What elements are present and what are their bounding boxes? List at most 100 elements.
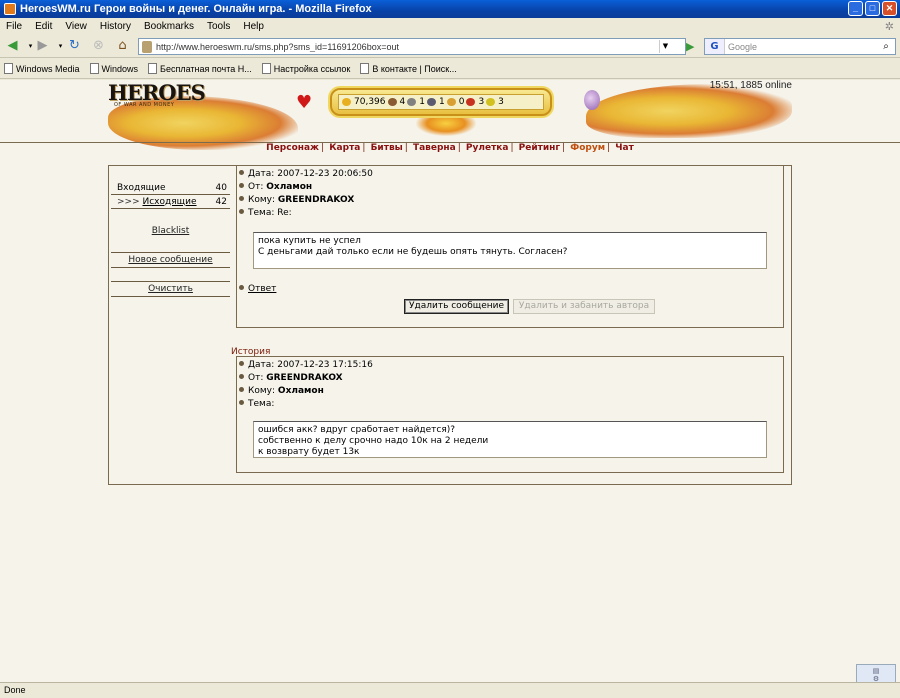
bullet-icon xyxy=(239,374,244,379)
message-sender[interactable]: Охламон xyxy=(266,182,312,192)
url-bar[interactable]: http://www.heroeswm.ru/sms.php?sms_id=11… xyxy=(138,38,686,55)
message-date-row: Дата: 2007-12-23 20:06:50 xyxy=(239,169,373,179)
delete-and-ban-button[interactable]: Удалить и забанить автора xyxy=(513,299,655,314)
inbox-label: Входящие xyxy=(117,182,166,193)
bullet-icon xyxy=(239,400,244,405)
bookmark-item[interactable]: Настройка ссылок xyxy=(261,63,350,74)
bullet-icon xyxy=(239,361,244,366)
bullet-icon xyxy=(239,387,244,392)
stop-icon[interactable]: ⊗ xyxy=(90,38,107,54)
page-icon xyxy=(261,63,271,74)
menu-bookmarks[interactable]: Bookmarks xyxy=(144,21,194,32)
new-message-link[interactable]: Новое сообщение xyxy=(111,253,230,268)
clear-link[interactable]: Очистить xyxy=(111,282,230,297)
nav-link-character[interactable]: Персонаж xyxy=(266,143,319,153)
delete-message-button[interactable]: Удалить сообщение xyxy=(404,299,509,314)
message-subject: Re: xyxy=(277,208,292,218)
mail-sidebar: Входящие 40 >>> Исходящие 42 Blacklist Н… xyxy=(111,168,230,297)
message-view: Дата: 2007-12-23 20:06:50 От: Охламон Ко… xyxy=(236,166,784,328)
wood-icon xyxy=(387,98,397,106)
back-arrow-icon[interactable]: ◀ xyxy=(4,38,21,54)
history-recipient[interactable]: Охламон xyxy=(278,386,324,396)
reload-icon[interactable]: ↻ xyxy=(66,38,83,54)
wood-value: 4 xyxy=(399,97,406,107)
message-date: 2007-12-23 20:06:50 xyxy=(277,169,373,179)
bookmark-item[interactable]: Windows Media xyxy=(4,63,80,74)
search-placeholder: Google xyxy=(728,41,758,52)
reply-link[interactable]: Ответ xyxy=(248,284,276,294)
nav-link-forum[interactable]: Форум xyxy=(570,143,605,153)
minimize-button[interactable]: _ xyxy=(848,1,863,16)
active-marker: >>> xyxy=(117,196,140,207)
ore-value: 1 xyxy=(419,97,425,107)
history-date: 2007-12-23 17:15:16 xyxy=(277,360,373,370)
history-date-row: Дата: 2007-12-23 17:15:16 xyxy=(239,360,373,370)
reply-row: Ответ xyxy=(239,284,276,294)
resource-bar: 70,396 4 1 1 0 3 3 xyxy=(330,88,552,116)
menu-file[interactable]: File xyxy=(6,21,22,32)
health-heart-icon: ♥ xyxy=(296,92,313,113)
menu-view[interactable]: View xyxy=(65,21,87,32)
mercury-value: 1 xyxy=(438,97,445,107)
history-sender[interactable]: GREENDRAKOX xyxy=(266,373,342,383)
nav-link-roulette[interactable]: Рулетка xyxy=(466,143,509,153)
maximize-button[interactable]: □ xyxy=(865,1,880,16)
menu-edit[interactable]: Edit xyxy=(35,21,52,32)
gold-value: 70,396 xyxy=(354,97,386,107)
nav-link-chat[interactable]: Чат xyxy=(615,143,634,153)
gems-value: 3 xyxy=(498,97,504,107)
throbber-icon: ✲ xyxy=(884,21,894,33)
menu-help[interactable]: Help xyxy=(243,21,264,32)
crystal-icon xyxy=(466,98,476,106)
bullet-icon xyxy=(239,209,244,214)
messages-panel: Входящие 40 >>> Исходящие 42 Blacklist Н… xyxy=(108,165,792,485)
blacklist-link[interactable]: Blacklist xyxy=(111,209,230,253)
message-from-row: От: Охламон xyxy=(239,182,312,192)
sidebar-item-inbox[interactable]: Входящие 40 xyxy=(111,181,230,195)
bookmark-item[interactable]: Бесплатная почта H... xyxy=(148,63,252,74)
inbox-count: 40 xyxy=(215,182,227,193)
bullet-icon xyxy=(239,285,244,290)
search-bar[interactable]: G Google ⌕ xyxy=(704,38,896,55)
status-text: Done xyxy=(4,685,26,695)
server-time-online: 15:51, 1885 online xyxy=(709,80,792,91)
history-from-row: От: GREENDRAKOX xyxy=(239,373,343,383)
outbox-count: 42 xyxy=(215,196,227,207)
message-subject-row: Тема: Re: xyxy=(239,208,292,218)
bookmark-item[interactable]: В контакте | Поиск... xyxy=(360,63,457,74)
sidebar-item-outbox[interactable]: >>> Исходящие 42 xyxy=(111,195,230,209)
search-icon[interactable]: ⌕ xyxy=(879,40,893,53)
gold-icon xyxy=(342,98,351,106)
ore-icon xyxy=(407,98,417,106)
nav-link-map[interactable]: Карта xyxy=(329,143,360,153)
menu-history[interactable]: History xyxy=(100,21,131,32)
bookmarks-toolbar: Windows Media Windows Бесплатная почта H… xyxy=(0,59,900,79)
nav-link-battles[interactable]: Битвы xyxy=(371,143,403,153)
sulfur-value: 0 xyxy=(458,97,465,107)
home-icon[interactable]: ⌂ xyxy=(114,38,131,54)
url-dropdown-icon[interactable]: ▼ xyxy=(659,40,671,53)
menu-tools[interactable]: Tools xyxy=(207,21,230,32)
close-button[interactable]: ✕ xyxy=(882,1,897,16)
menu-bar: File Edit View History Bookmarks Tools H… xyxy=(0,18,900,34)
mercury-icon xyxy=(426,98,436,106)
nav-link-tavern[interactable]: Таверна xyxy=(413,143,456,153)
message-recipient[interactable]: GREENDRAKOX xyxy=(278,195,354,205)
bookmark-item[interactable]: Windows xyxy=(89,63,138,74)
bullet-icon xyxy=(239,196,244,201)
page-icon xyxy=(4,63,13,74)
top-navigation: Персонаж | Карта | Битвы | Таверна | Рулетка… xyxy=(266,143,634,153)
forward-arrow-icon[interactable]: ▶ xyxy=(34,38,51,54)
search-engine-icon[interactable]: G xyxy=(705,39,725,54)
history-subject-row: Тема: xyxy=(239,399,274,409)
nav-link-rating[interactable]: Рейтинг xyxy=(519,143,560,153)
go-arrow-icon[interactable]: ▶ xyxy=(686,40,698,54)
page-icon xyxy=(89,63,99,74)
sidebar-spacer xyxy=(111,268,230,282)
crystal-value: 3 xyxy=(478,97,485,107)
sulfur-icon xyxy=(446,98,456,106)
game-header: HEROES OF WAR AND MONEY ♥ 70,396 4 1 1 0… xyxy=(108,80,792,150)
bullet-icon xyxy=(239,170,244,175)
outbox-label: Исходящие xyxy=(142,196,197,207)
game-logo-subtitle: OF WAR AND MONEY xyxy=(114,102,175,108)
